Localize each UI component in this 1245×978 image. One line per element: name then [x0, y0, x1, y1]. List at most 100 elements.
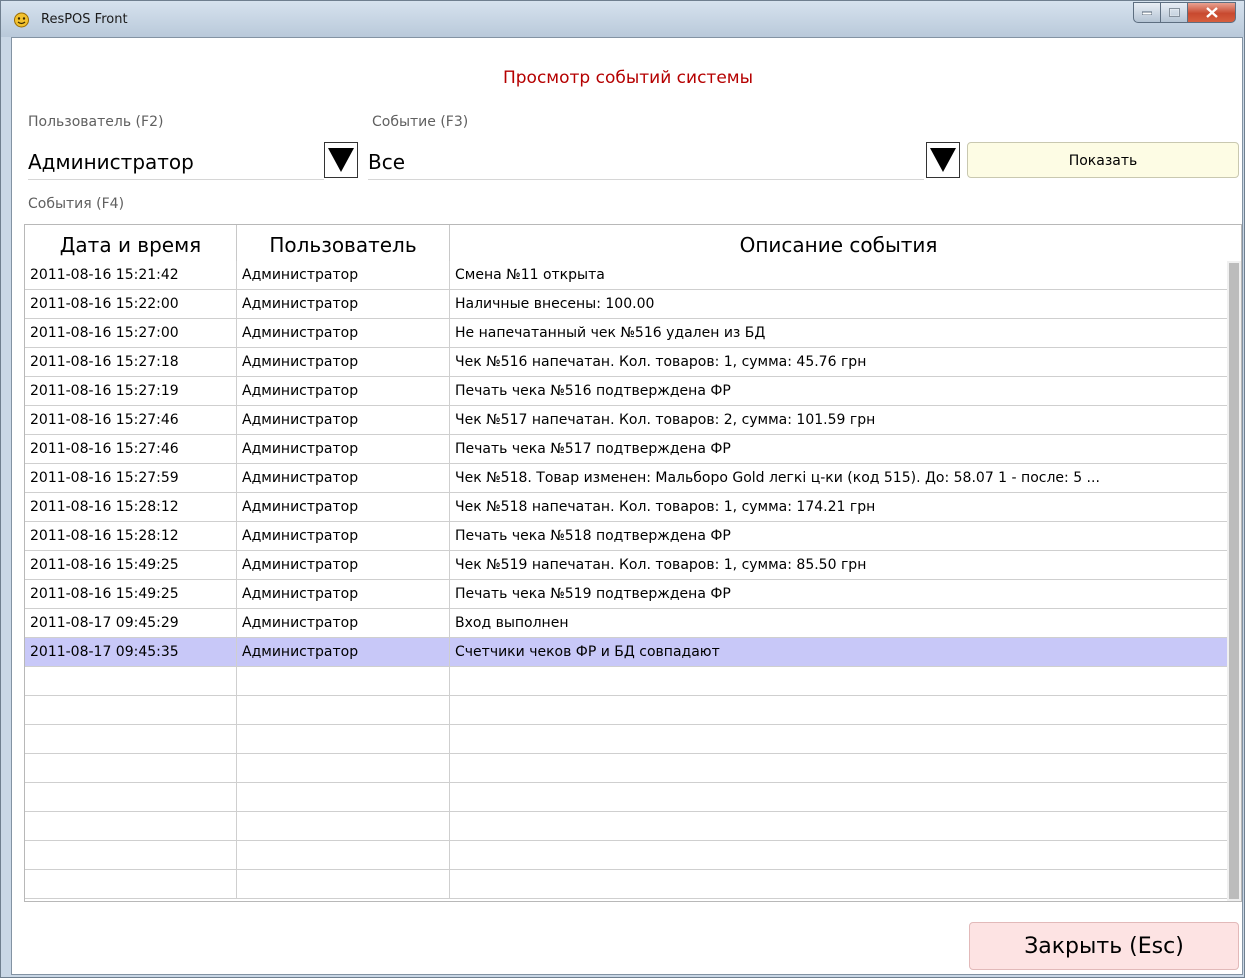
app-icon	[14, 12, 29, 28]
cell-datetime: 2011-08-16 15:27:18	[25, 348, 237, 376]
events-label: События (F4)	[28, 196, 125, 212]
table-row[interactable]: 2011-08-16 15:28:12 Администратор Чек №518…	[25, 493, 1227, 522]
table-row-empty[interactable]	[25, 754, 1227, 783]
minimize-button[interactable]	[1133, 2, 1161, 23]
cell-description: Печать чека №518 подтверждена ФР	[455, 528, 731, 544]
table-row[interactable]: 2011-08-16 15:27:46 Администратор Печать ч…	[25, 435, 1227, 464]
maximize-button[interactable]	[1161, 2, 1188, 23]
cell-description: Не напечатанный чек №516 удален из БД	[455, 325, 766, 341]
table-row[interactable]: 2011-08-16 15:22:00 Администратор Наличные…	[25, 290, 1227, 319]
close-icon	[1205, 7, 1218, 18]
cell-user: Администратор	[237, 319, 450, 347]
table-row-empty[interactable]	[25, 812, 1227, 841]
cell-empty	[25, 841, 237, 869]
table-row-empty[interactable]	[25, 783, 1227, 812]
events-table[interactable]: Дата и время Пользователь Описание событ…	[24, 224, 1242, 902]
cell-datetime: 2011-08-16 15:27:46	[25, 406, 237, 434]
table-row[interactable]: 2011-08-17 09:45:29 Администратор Вход вып…	[25, 609, 1227, 638]
table-row-empty[interactable]	[25, 725, 1227, 754]
table-row[interactable]: 2011-08-16 15:49:25 Администратор Чек №519…	[25, 551, 1227, 580]
cell-empty	[237, 725, 450, 753]
cell-empty	[450, 870, 1227, 898]
window-controls	[1133, 2, 1236, 23]
close-button[interactable]: Закрыть (Esc)	[969, 922, 1239, 970]
close-window-button[interactable]	[1188, 2, 1236, 23]
scrollbar-thumb[interactable]	[1229, 263, 1239, 899]
cell-user: Администратор	[237, 348, 450, 376]
cell-description: Смена №11 открыта	[455, 267, 605, 283]
cell-empty	[25, 812, 237, 840]
cell-datetime: 2011-08-16 15:27:46	[25, 435, 237, 463]
cell-description: Наличные внесены: 100.00	[455, 296, 655, 312]
user-dropdown-button[interactable]	[324, 142, 358, 178]
cell-description: Чек №518 напечатан. Кол. товаров: 1, сум…	[455, 499, 876, 515]
table-row-empty[interactable]	[25, 667, 1227, 696]
cell-user: Администратор	[237, 638, 450, 666]
cell-description: Чек №518. Товар изменен: Мальборо Gold л…	[455, 470, 1100, 486]
event-dropdown-button[interactable]	[926, 142, 960, 178]
cell-empty	[450, 783, 1227, 811]
cell-user: Администратор	[237, 406, 450, 434]
cell-user: Администратор	[237, 580, 450, 608]
cell-datetime: 2011-08-16 15:28:12	[25, 493, 237, 521]
cell-empty	[237, 696, 450, 724]
event-select[interactable]: Все	[368, 142, 924, 180]
cell-datetime: 2011-08-16 15:49:25	[25, 551, 237, 579]
cell-empty	[450, 667, 1227, 695]
cell-datetime: 2011-08-17 09:45:35	[25, 638, 237, 666]
table-row[interactable]: 2011-08-16 15:27:46 Администратор Чек №517…	[25, 406, 1227, 435]
dropdown-arrow-icon	[930, 148, 956, 172]
cell-datetime: 2011-08-16 15:28:12	[25, 522, 237, 550]
cell-empty	[25, 696, 237, 724]
cell-user: Администратор	[237, 609, 450, 637]
user-filter-label: Пользователь (F2)	[28, 114, 164, 130]
table-row[interactable]: 2011-08-16 15:21:42 Администратор Смена №1…	[25, 261, 1227, 290]
table-row[interactable]: 2011-08-16 15:27:00 Администратор Не напеч…	[25, 319, 1227, 348]
table-row[interactable]: 2011-08-17 09:45:35 Администратор Счетчики…	[25, 638, 1227, 667]
show-button[interactable]: Показать	[967, 142, 1239, 178]
cell-empty	[25, 783, 237, 811]
vertical-scrollbar[interactable]	[1227, 261, 1241, 901]
cell-empty	[450, 812, 1227, 840]
cell-description: Вход выполнен	[455, 615, 569, 631]
cell-user: Администратор	[237, 261, 450, 289]
event-filter-label: Событие (F3)	[372, 114, 469, 130]
cell-description: Чек №516 напечатан. Кол. товаров: 1, сум…	[455, 354, 867, 370]
cell-empty	[450, 696, 1227, 724]
table-row-empty[interactable]	[25, 870, 1227, 899]
cell-empty	[237, 870, 450, 898]
cell-user: Администратор	[237, 377, 450, 405]
column-header-description[interactable]: Описание события	[450, 225, 1227, 261]
cell-datetime: 2011-08-16 15:21:42	[25, 261, 237, 289]
cell-empty	[237, 783, 450, 811]
title-bar[interactable]: ResPOS Front	[1, 1, 1244, 37]
column-header-user[interactable]: Пользователь	[237, 225, 450, 261]
maximize-icon	[1168, 8, 1180, 17]
table-row[interactable]: 2011-08-16 15:27:59 Администратор Чек №518…	[25, 464, 1227, 493]
cell-description: Счетчики чеков ФР и БД совпадают	[455, 644, 720, 660]
client-area: Просмотр событий системы Пользователь (F…	[11, 37, 1243, 975]
dropdown-arrow-icon	[328, 148, 354, 172]
cell-description: Печать чека №519 подтверждена ФР	[455, 586, 731, 602]
cell-datetime: 2011-08-16 15:27:59	[25, 464, 237, 492]
table-row[interactable]: 2011-08-16 15:28:12 Администратор Печать ч…	[25, 522, 1227, 551]
table-row-empty[interactable]	[25, 696, 1227, 725]
table-row[interactable]: 2011-08-16 15:27:18 Администратор Чек №516…	[25, 348, 1227, 377]
cell-description: Печать чека №516 подтверждена ФР	[455, 383, 731, 399]
cell-empty	[25, 754, 237, 782]
table-row[interactable]: 2011-08-16 15:27:19 Администратор Печать ч…	[25, 377, 1227, 406]
cell-description: Чек №519 напечатан. Кол. товаров: 1, сум…	[455, 557, 867, 573]
user-select[interactable]: Администратор	[28, 142, 324, 180]
cell-user: Администратор	[237, 435, 450, 463]
column-header-datetime[interactable]: Дата и время	[25, 225, 237, 261]
cell-user: Администратор	[237, 522, 450, 550]
table-row-empty[interactable]	[25, 841, 1227, 870]
cell-empty	[25, 870, 237, 898]
cell-description: Печать чека №517 подтверждена ФР	[455, 441, 731, 457]
table-body: 2011-08-16 15:21:42 Администратор Смена №1…	[25, 261, 1227, 899]
cell-user: Администратор	[237, 290, 450, 318]
cell-empty	[237, 667, 450, 695]
cell-user: Администратор	[237, 551, 450, 579]
table-row[interactable]: 2011-08-16 15:49:25 Администратор Печать ч…	[25, 580, 1227, 609]
cell-datetime: 2011-08-16 15:49:25	[25, 580, 237, 608]
